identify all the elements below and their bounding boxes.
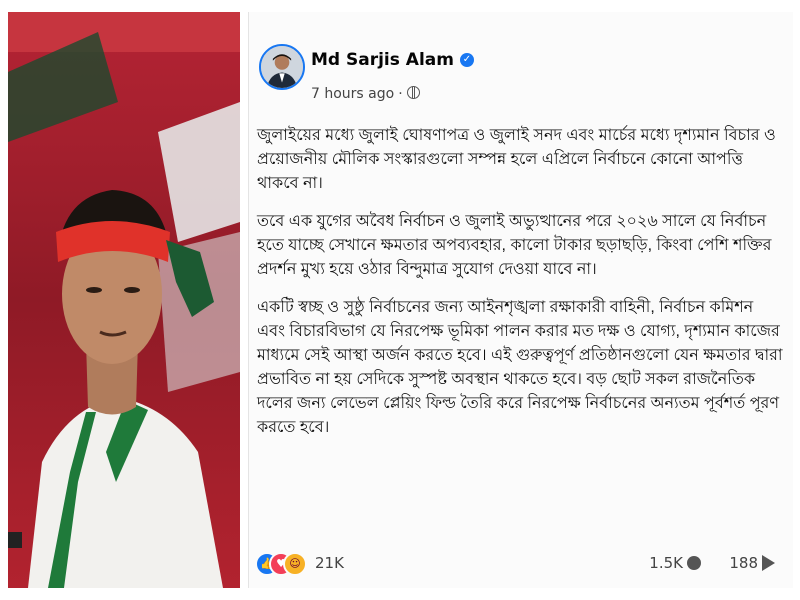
share-count-value: 188 bbox=[729, 554, 758, 572]
verified-badge-icon: ✓ bbox=[459, 53, 474, 67]
share-icon bbox=[762, 555, 775, 571]
post-footer: 👍 ♥ ☺ 21K 1.5K 188 bbox=[249, 548, 793, 580]
post-paragraph-3: একটি স্বচ্ছ ও সুষ্ঠু নির্বাচনের জন্য আইন… bbox=[257, 299, 783, 436]
reaction-count[interactable]: 21K bbox=[315, 554, 344, 572]
post-body: জুলাইয়ের মধ্যে জুলাই ঘোষণাপত্র ও জুলাই … bbox=[257, 124, 785, 454]
author-avatar[interactable] bbox=[259, 44, 305, 90]
post-meta: 7 hours ago · bbox=[311, 86, 420, 102]
comment-count-value: 1.5K bbox=[649, 554, 683, 572]
photo-illustration bbox=[8, 12, 240, 588]
haha-icon: ☺ bbox=[283, 552, 307, 576]
avatar-image bbox=[261, 46, 303, 88]
globe-icon[interactable] bbox=[406, 86, 420, 99]
post-timestamp[interactable]: 7 hours ago bbox=[311, 86, 394, 102]
meta-separator: · bbox=[398, 86, 403, 102]
share-count[interactable]: 188 bbox=[729, 554, 775, 572]
comment-count[interactable]: 1.5K bbox=[649, 554, 701, 572]
post-card: Md Sarjis Alam ✓ 7 hours ago · জুলাইয়ের ম… bbox=[248, 12, 793, 588]
profile-photo bbox=[8, 12, 240, 588]
post-paragraph-2: তবে এক যুগের অবৈধ নির্বাচন ও জুলাই অভ্যু… bbox=[257, 213, 772, 278]
post-paragraph-1: জুলাইয়ের মধ্যে জুলাই ঘোষণাপত্র ও জুলাই … bbox=[257, 127, 776, 192]
comment-icon bbox=[687, 556, 701, 570]
author-name-row: Md Sarjis Alam ✓ bbox=[311, 50, 474, 70]
author-name[interactable]: Md Sarjis Alam bbox=[311, 50, 454, 70]
